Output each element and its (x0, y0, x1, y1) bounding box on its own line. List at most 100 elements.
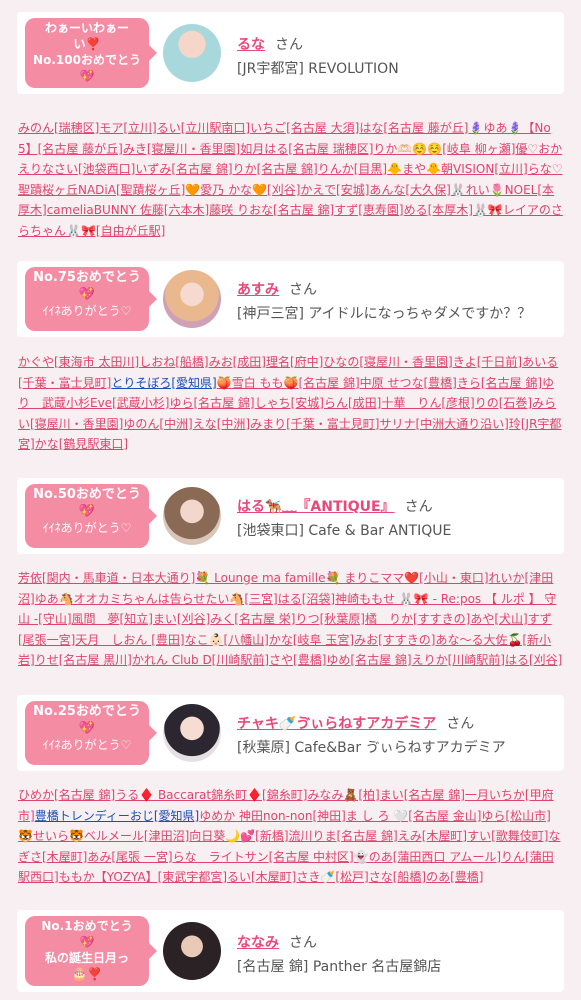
cast-link[interactable]: 流川りま[名古屋 錦] (289, 829, 398, 843)
badge-line: ｲｲﾈありがとう♡ (42, 521, 132, 535)
cast-link[interactable]: ゆら[松山市] (481, 809, 550, 823)
cast-link[interactable]: きよ[千日前] (453, 355, 522, 369)
cast-link[interactable]: 理名[府中] (266, 355, 323, 369)
cast-link[interactable]: はな[名古屋 藤が丘] (359, 121, 468, 135)
cast-link[interactable]: 中原 せつな[豊橋] (360, 376, 457, 390)
cast-link[interactable]: ゆのん[中洲] (123, 417, 192, 431)
cast-link[interactable]: 如月はる[名古屋 瑞穂区] (240, 142, 373, 156)
cast-name-link[interactable]: ななみ (237, 935, 279, 951)
rank-card-75[interactable]: No.75おめでとう 💖 ｲｲﾈありがとう♡ あすみ さん [神戸三宮] アイドル… (17, 261, 564, 337)
cast-link[interactable]: かえで[安城] (300, 183, 369, 197)
cast-link[interactable]: cameliaBUNNY 佐藤[六本木] (47, 203, 210, 217)
cast-link[interactable]: みのん[瑞穂区] (18, 121, 99, 135)
cast-link[interactable]: ゆめか 神田non-non[神田] (199, 809, 346, 823)
cast-link[interactable]: るい[木屋町] (227, 870, 296, 884)
cast-link[interactable]: さや[豊橋] (269, 653, 326, 667)
cast-link[interactable]: ゆめ[名古屋 錦] (326, 653, 411, 667)
cast-name-link[interactable]: チャキ🍼ゔぃらねすアカデミア (237, 716, 436, 732)
cast-name-link[interactable]: るな (237, 37, 265, 53)
cast-link[interactable]: えな[中洲] (193, 417, 250, 431)
cast-link[interactable]: りか🫶🏻☺️☺️[岐阜 柳ヶ瀬] (373, 142, 515, 156)
cast-link[interactable]: 🧡愛乃 かな🧡[刈谷] (185, 183, 300, 197)
cast-link[interactable]: すい[歌舞伎町] (467, 829, 548, 843)
cast-link[interactable]: あみ[尾張 一宮] (87, 850, 172, 864)
cast-link[interactable]: いずみ[名古屋 錦] (135, 162, 232, 176)
cast-link[interactable]: 🐯せいら🐯ベルメール[津田沼] (18, 829, 189, 843)
cast-link[interactable]: えりか[川崎駅前] (412, 653, 505, 667)
cast-link[interactable]: 👻のあ[蒲田西口 アムール] (354, 850, 501, 864)
cast-link[interactable]: モア[立川] (99, 121, 156, 135)
cast-link[interactable]: 藤咲 りおな[名古屋 錦] (209, 203, 334, 217)
honorific: さん (275, 37, 303, 53)
cast-link[interactable]: みお[すすきの] (354, 633, 435, 647)
cast-link[interactable]: サリナ[中洲大通り沿い] (380, 417, 509, 431)
avatar[interactable] (163, 24, 221, 82)
cast-link[interactable]: かれん Club D[川崎駅前] (132, 653, 269, 667)
cast-link[interactable]: らん[成田] (324, 396, 381, 410)
cast-link[interactable]: 💐 Lounge ma famille💐 まりこママ❤️[小山・東口] (195, 571, 488, 585)
cast-link[interactable]: とりそぼろ[愛知県] (111, 376, 216, 390)
cast-link[interactable]: しゃち[安城] (255, 396, 324, 410)
badge-line: 私の誕生日月っ (44, 951, 129, 965)
avatar[interactable] (163, 487, 221, 545)
cast-link[interactable]: みき[寝屋川・香里園] (123, 142, 240, 156)
cast-link[interactable]: みく[名古屋 栄] (210, 612, 295, 626)
cast-link[interactable]: かぐや[東海市 太田川] (18, 355, 139, 369)
cast-link[interactable]: うる♦️ Baccarat錦糸町♦️[錦糸町] (115, 788, 307, 802)
cast-link[interactable]: らな ライトサン[名古屋 中村区] (173, 850, 354, 864)
cast-link[interactable]: りんか[目黒] (318, 162, 387, 176)
cast-link[interactable]: まい[刈谷] (153, 612, 210, 626)
cast-link[interactable]: みまり[千葉・富士見町] (250, 417, 379, 431)
cast-link[interactable]: 芳依[関内・馬車道・日本大通り] (18, 571, 195, 585)
cast-link[interactable]: みお[成田] (209, 355, 266, 369)
cast-link[interactable]: りつ[秋葉原] (295, 612, 364, 626)
cast-link[interactable]: りせ[名古屋 黒川] (35, 653, 132, 667)
rank-card-50[interactable]: No.50おめでとう 💖 ｲｲﾈありがとう♡ はる🐕‍🦺﹏『ANTIQUE』 さん… (17, 478, 564, 554)
cast-link[interactable]: はる[沼袋] (278, 592, 335, 606)
cast-link[interactable]: ひなの[寝屋川・香里園] (323, 355, 452, 369)
cast-link[interactable]: 🍑雪白 もも🍑[名古屋 錦] (217, 376, 360, 390)
cast-link[interactable]: 風間 夢[知立] (72, 612, 153, 626)
cast-link[interactable]: るい[立川駅南口] (157, 121, 250, 135)
cast-link[interactable]: 橘 りか[すすきの] (365, 612, 470, 626)
badge-line: No.25おめでとう (33, 704, 141, 719)
cast-link[interactable]: あや[犬山] (470, 612, 527, 626)
cast-link[interactable]: さな[船橋] (369, 870, 426, 884)
cast-link[interactable]: ゆら[名古屋 錦] (169, 396, 254, 410)
cast-link[interactable]: りか[名古屋 錦] (233, 162, 318, 176)
cast-link[interactable]: えみ[木屋町] (398, 829, 467, 843)
cast-link[interactable]: いちご[名古屋 大須] (250, 121, 359, 135)
avatar[interactable] (163, 922, 221, 980)
cast-link[interactable]: のあ[豊橋] (426, 870, 483, 884)
cast-link[interactable]: しおね[船橋] (139, 355, 208, 369)
cast-link[interactable]: りの[石巻] (475, 396, 532, 410)
rank-card-1[interactable]: No.1おめでとう 💖 私の誕生日月っ 🎂❣️ ななみ さん [名古屋 錦] Pa… (17, 910, 564, 992)
cast-name-link[interactable]: はる🐕‍🦺﹏『ANTIQUE』 (237, 499, 395, 515)
cast-link[interactable]: 十華 りん[彦根] (381, 396, 474, 410)
cast-link[interactable]: さき🍼[松戸] (296, 870, 368, 884)
cast-link[interactable]: 天月 しおん [豊田] (75, 633, 184, 647)
cast-link[interactable]: ひめか[名古屋 錦] (18, 788, 115, 802)
cast-link[interactable]: かな[鶴見駅東口] (35, 437, 128, 451)
cast-link[interactable]: きら[名古屋 錦] (457, 376, 542, 390)
cast-link[interactable]: ま し ろ 🤍[名古屋 金山] (346, 809, 482, 823)
avatar[interactable] (163, 704, 221, 762)
cast-link[interactable]: 豊橋トレンディーおじ[愛知県] (35, 809, 200, 823)
rank-card-100[interactable]: わぁーいわぁー い❣️ No.100おめでとう 💖 るな さん [JR宇都宮] R… (17, 12, 564, 94)
cast-link[interactable]: あんな[大久保] (369, 183, 450, 197)
cast-link[interactable]: まい[名古屋 錦] (380, 788, 465, 802)
avatar[interactable] (163, 270, 221, 328)
cast-link[interactable]: はる[刈谷] (505, 653, 562, 667)
cast-list-3: 芳依[関内・馬車道・日本大通り]💐 Lounge ma famille💐 まりこ… (18, 568, 564, 678)
rank-card-25[interactable]: No.25おめでとう 💖 ｲｲﾈありがとう♡ チャキ🍼ゔぃらねすアカデミア さん … (17, 695, 564, 771)
cast-link[interactable]: ももか【YOZYA】[東武宇都宮] (59, 870, 227, 884)
cast-link[interactable]: すず[恵寿園] (334, 203, 403, 217)
cast-link[interactable]: みなみ🧸[柏] (307, 788, 379, 802)
cast-link[interactable]: ゆあ🐴オオカミちゃんは告らせたい🐴[三宮] (35, 592, 278, 606)
cast-link[interactable]: かな[岐阜 玉宮] (269, 633, 354, 647)
cast-link[interactable]: める[本厚木] (404, 203, 473, 217)
cast-link[interactable]: 向日葵🌙💕[新橋] (189, 829, 288, 843)
cast-link[interactable]: 🐥まや🐥朝VISION[立川] (387, 162, 528, 176)
cast-link[interactable]: なこ👶🏻[八幡山] (185, 633, 269, 647)
cast-name-link[interactable]: あすみ (237, 282, 279, 298)
